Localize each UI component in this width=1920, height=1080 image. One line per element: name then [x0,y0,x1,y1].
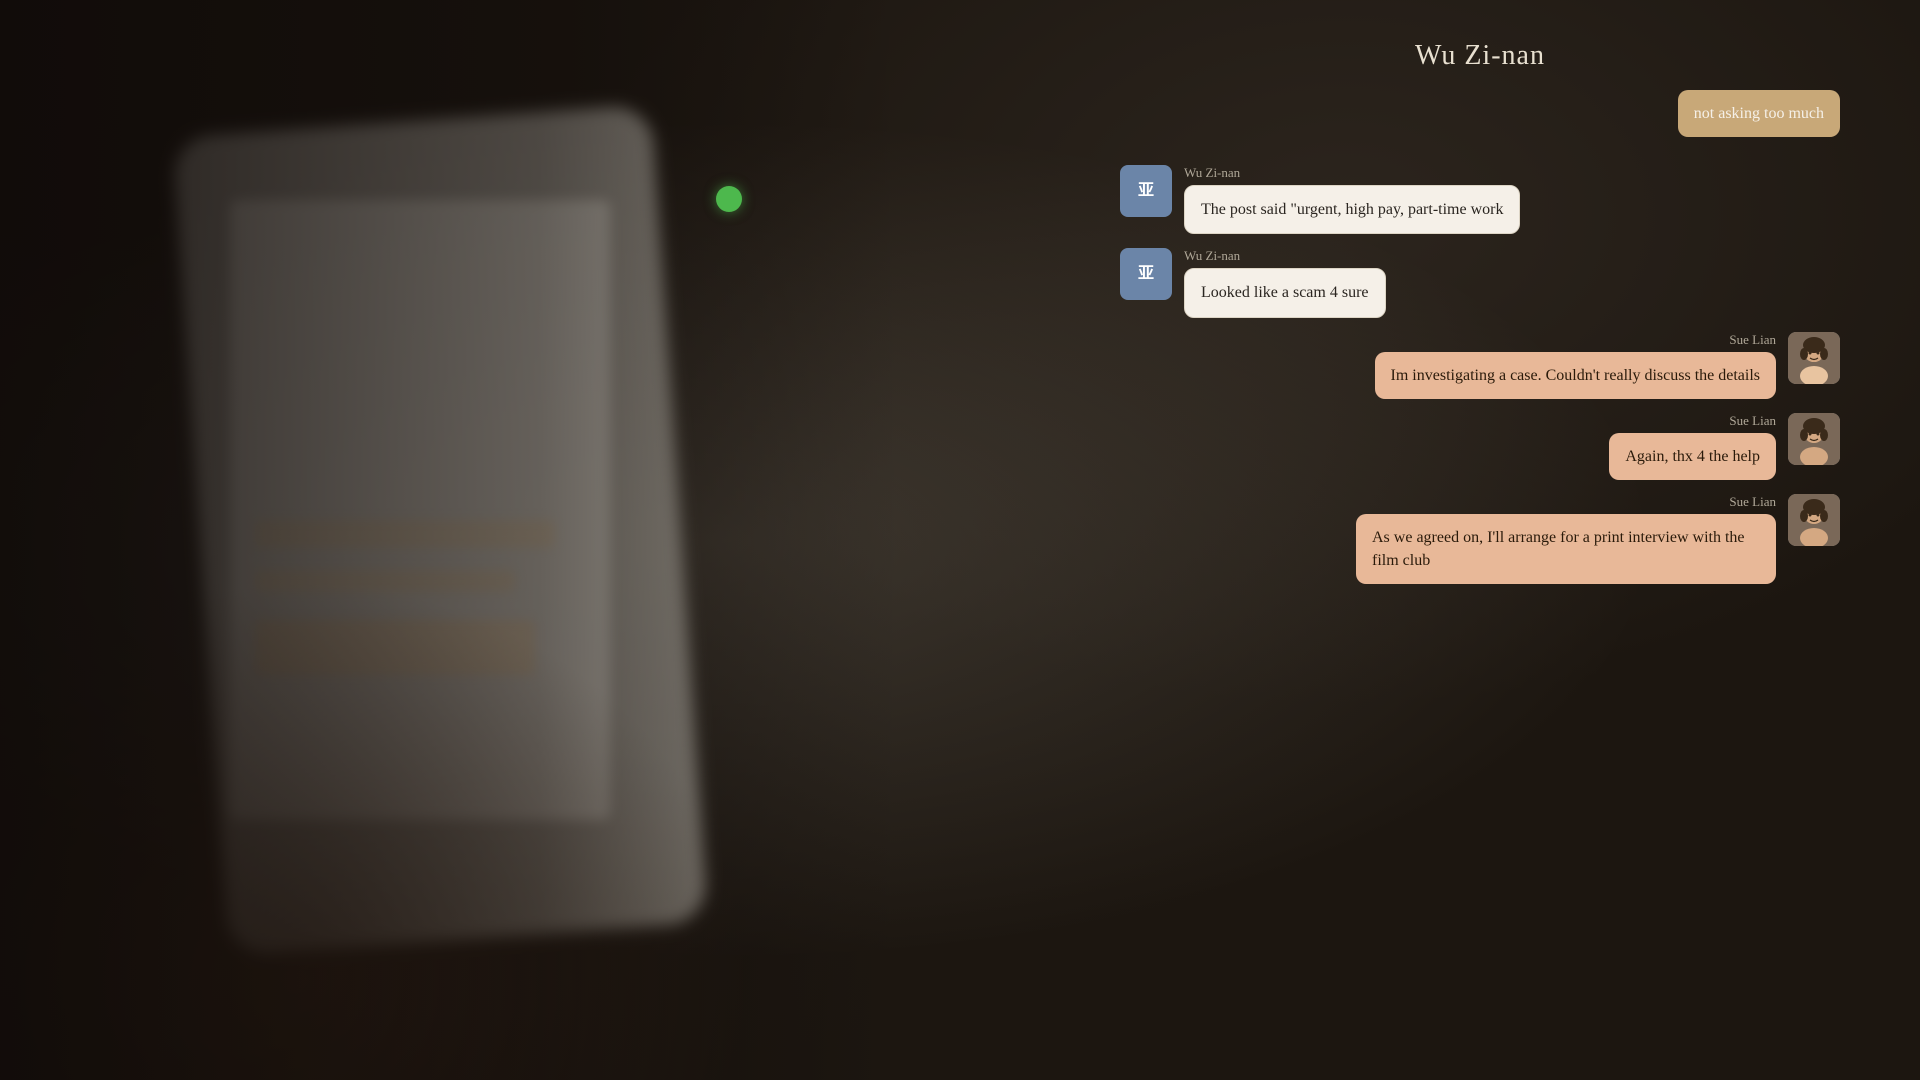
messages-container: not asking too much 亚 Wu Zi-nan The post… [1120,90,1840,584]
bubble-sue-1: Im investigating a case. Couldn't really… [1375,352,1776,399]
table-row: Sue Lian Again, thx 4 the help [1120,413,1840,480]
bubble-wu-2: Looked like a scam 4 sure [1184,268,1386,317]
bubble-not-asking: not asking too much [1678,90,1840,137]
msg-block-wu-2: Wu Zi-nan Looked like a scam 4 sure [1184,248,1386,317]
chat-title: Wu Zi-nan [1120,40,1840,72]
table-row: 亚 Wu Zi-nan The post said "urgent, high … [1120,165,1840,234]
sender-sue-3: Sue Lian [1356,494,1776,510]
chat-panel: Wu Zi-nan not asking too much 亚 Wu Zi-na… [1120,40,1840,584]
avatar-wu-2: 亚 [1120,248,1172,300]
msg-block-sue-2: Sue Lian Again, thx 4 the help [1609,413,1776,480]
bubble-wu-1: The post said "urgent, high pay, part-ti… [1184,185,1520,234]
msg-block-sue-3: Sue Lian As we agreed on, I'll arrange f… [1356,494,1776,584]
green-dot [716,186,742,212]
left-overlay [0,0,900,1080]
bubble-sue-2: Again, thx 4 the help [1609,433,1776,480]
avatar-sue-1 [1788,332,1840,384]
avatar-sue-2 [1788,413,1840,465]
sender-wu-1: Wu Zi-nan [1184,165,1520,181]
sender-sue-2: Sue Lian [1609,413,1776,429]
table-row: 亚 Wu Zi-nan Looked like a scam 4 sure [1120,248,1840,317]
wu-icon-2: 亚 [1138,266,1154,282]
avatar-wu-1: 亚 [1120,165,1172,217]
table-row: Sue Lian As we agreed on, I'll arrange f… [1120,494,1840,584]
wu-icon: 亚 [1138,183,1154,199]
avatar-sue-3 [1788,494,1840,546]
table-row: Sue Lian Im investigating a case. Couldn… [1120,332,1840,399]
bubble-sue-3: As we agreed on, I'll arrange for a prin… [1356,514,1776,584]
sender-sue-1: Sue Lian [1375,332,1776,348]
msg-block-sue-1: Sue Lian Im investigating a case. Couldn… [1375,332,1776,399]
top-bubble-row: not asking too much [1120,90,1840,137]
sender-wu-2: Wu Zi-nan [1184,248,1386,264]
msg-block-wu-1: Wu Zi-nan The post said "urgent, high pa… [1184,165,1520,234]
